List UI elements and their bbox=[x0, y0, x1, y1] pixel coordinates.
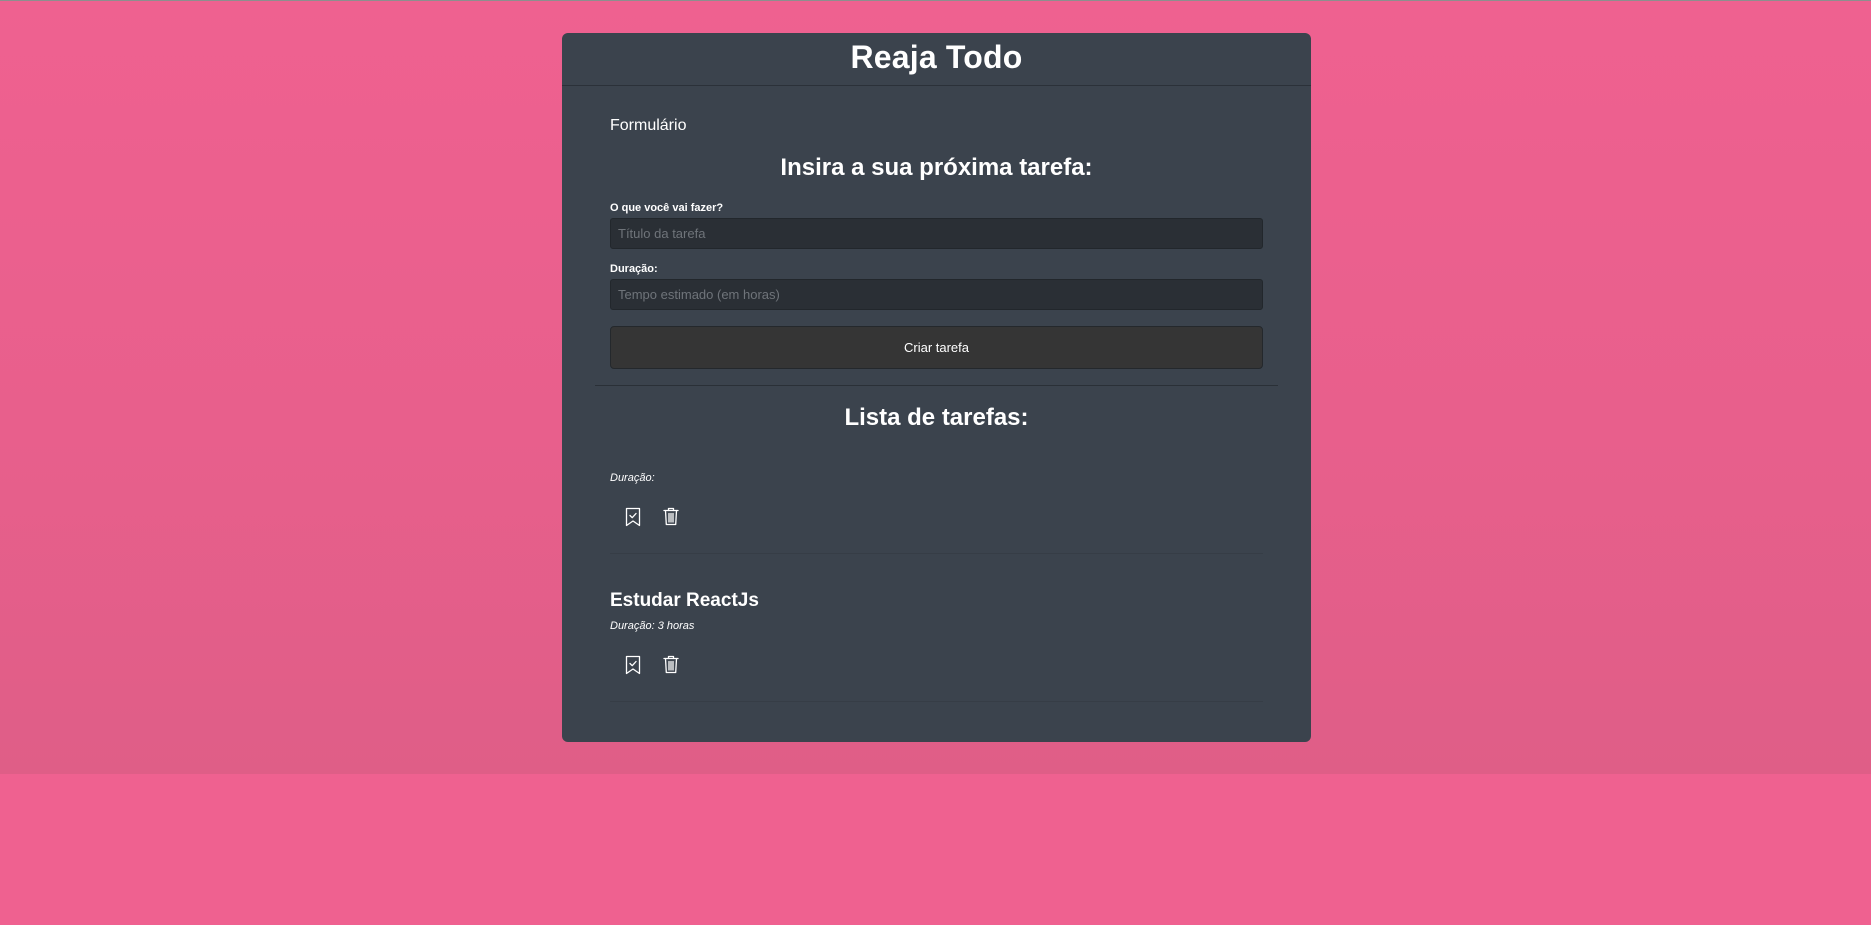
task-item-duration: Duração: bbox=[610, 472, 655, 484]
trash-icon[interactable] bbox=[658, 504, 683, 529]
task-form: Formulário Insira a sua próxima tarefa: … bbox=[562, 117, 1311, 369]
task-item-title bbox=[610, 450, 1263, 468]
form-section-label: Formulário bbox=[610, 117, 687, 134]
task-duration-input[interactable] bbox=[610, 279, 1263, 310]
task-item: Estudar ReactJs Duração: 3 horas bbox=[562, 590, 1311, 702]
task-item-actions bbox=[610, 652, 1263, 677]
task-title-input[interactable] bbox=[610, 218, 1263, 249]
app-title: Reaja Todo bbox=[850, 38, 1023, 75]
section-divider bbox=[595, 385, 1278, 386]
task-item-title: Estudar ReactJs bbox=[610, 590, 759, 611]
task-duration-label: Duração: bbox=[610, 263, 658, 275]
page-background-lower bbox=[0, 774, 1871, 925]
task-list-heading: Lista de tarefas: bbox=[844, 404, 1029, 431]
task-item-separator bbox=[610, 553, 1263, 554]
task-title-label: O que você vai fazer? bbox=[610, 202, 724, 214]
task-item-actions bbox=[610, 504, 1263, 529]
task-item-duration: Duração: 3 horas bbox=[610, 620, 695, 632]
form-heading: Insira a sua próxima tarefa: bbox=[780, 154, 1093, 181]
app-header: Reaja Todo bbox=[562, 33, 1311, 86]
trash-icon[interactable] bbox=[658, 652, 683, 677]
bookmark-check-icon[interactable] bbox=[620, 652, 645, 677]
bookmark-check-icon[interactable] bbox=[620, 504, 645, 529]
todo-app-card: Reaja Todo Formulário Insira a sua próxi… bbox=[562, 33, 1311, 742]
task-item-separator bbox=[610, 701, 1263, 702]
task-item: Duração: bbox=[562, 450, 1311, 554]
create-task-button[interactable]: Criar tarefa bbox=[610, 326, 1263, 369]
